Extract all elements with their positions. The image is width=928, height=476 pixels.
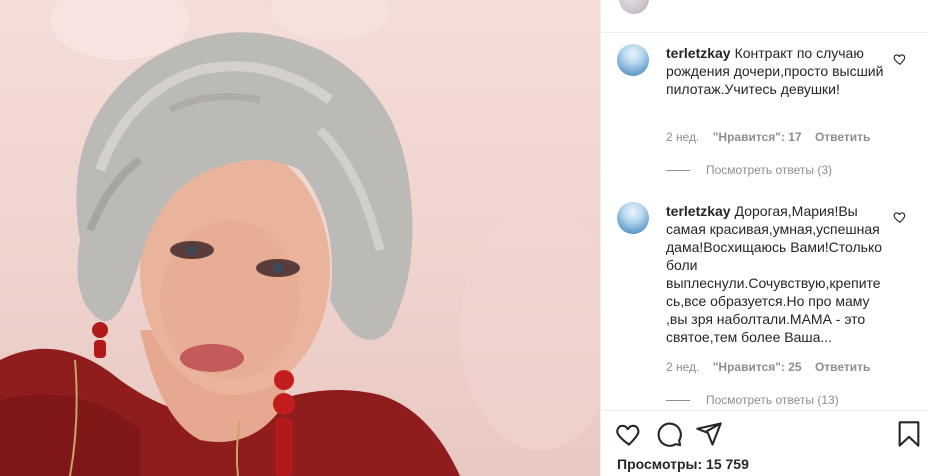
share-icon[interactable]	[695, 420, 723, 448]
like-comment-heart-icon[interactable]	[893, 52, 907, 66]
comment-text: Дорогая,Мария!Вы самая красивая,умная,ус…	[666, 203, 883, 345]
comment-text-block: terletzkay Дорогая,Мария!Вы самая красива…	[666, 202, 886, 346]
comment-likes[interactable]: "Нравится": 17	[713, 130, 802, 144]
comment-time[interactable]: 2 нед.	[666, 360, 699, 374]
commenter-username[interactable]: terletzkay	[666, 203, 731, 219]
author-avatar[interactable]	[619, 0, 649, 14]
commenter-username[interactable]: terletzkay	[666, 45, 731, 61]
divider	[601, 410, 928, 411]
view-replies-button[interactable]: Посмотреть ответы (3)	[666, 163, 832, 177]
like-comment-heart-icon[interactable]	[893, 210, 907, 224]
comment-body: terletzkay Контракт по случаю рождения до…	[666, 44, 886, 98]
portrait-illustration	[0, 0, 600, 476]
replies-line	[666, 399, 690, 401]
view-replies-label: Посмотреть ответы (13)	[706, 393, 839, 407]
comment-time[interactable]: 2 нед.	[666, 130, 699, 144]
commenter-avatar[interactable]	[617, 44, 649, 76]
view-replies-label: Посмотреть ответы (3)	[706, 163, 833, 177]
commenter-avatar[interactable]	[617, 202, 649, 234]
heart-icon[interactable]	[615, 420, 643, 448]
comment-body: terletzkay Дорогая,Мария!Вы самая красива…	[666, 202, 886, 346]
views-count[interactable]: Просмотры: 15 759	[617, 456, 749, 472]
view-replies-button[interactable]: Посмотреть ответы (13)	[666, 393, 839, 407]
comment-icon[interactable]	[655, 420, 683, 448]
comment-meta: 2 нед. "Нравится": 25 Ответить	[666, 360, 880, 374]
replies-line	[666, 169, 690, 171]
reply-button[interactable]: Ответить	[815, 360, 870, 374]
divider	[601, 32, 928, 33]
comment-meta: 2 нед. "Нравится": 17 Ответить	[666, 130, 880, 144]
comment-likes[interactable]: "Нравится": 25	[713, 360, 802, 374]
comment-text-block: terletzkay Контракт по случаю рождения до…	[666, 44, 886, 98]
post-image[interactable]	[0, 0, 600, 476]
post-actions	[615, 420, 921, 450]
bookmark-icon[interactable]	[895, 420, 923, 448]
comments-panel: terletzkay Контракт по случаю рождения до…	[600, 0, 928, 476]
reply-button[interactable]: Ответить	[815, 130, 870, 144]
